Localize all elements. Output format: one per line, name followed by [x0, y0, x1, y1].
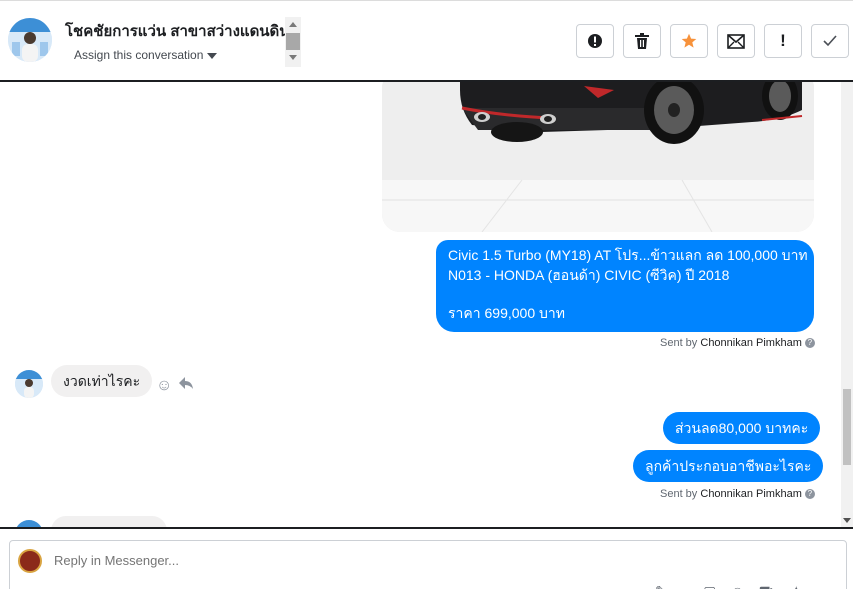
scroll-down-icon[interactable] — [289, 55, 297, 60]
saved-replies-icon[interactable]: ✎ — [655, 583, 667, 589]
message-thread[interactable]: Civic 1.5 Turbo (MY18) AT โปร...ข้าวแลก … — [0, 82, 853, 528]
conversation-header: โชคชัยการแว่น สาขาสว่างแดนดิน Assign thi… — [0, 0, 853, 80]
caret-down-icon — [207, 52, 218, 59]
title-scrollbar[interactable] — [285, 17, 301, 67]
image-icon[interactable]: ▢ — [703, 583, 716, 589]
conversation-title: โชคชัยการแว่น สาขาสว่างแดนดิน — [65, 23, 290, 40]
scroll-down-icon[interactable] — [843, 518, 851, 523]
conversation-toolbar: ! — [576, 24, 849, 58]
outgoing-message[interactable]: ส่วนลด80,000 บาทคะ — [663, 412, 821, 444]
card-title-line: Civic 1.5 Turbo (MY18) AT โปร...ข้าวแลก … — [448, 247, 808, 263]
help-icon[interactable]: ? — [804, 338, 815, 349]
smile-reaction-icon[interactable]: ☺ — [156, 377, 172, 395]
envelope-icon — [727, 34, 745, 49]
outgoing-message[interactable]: ลูกค้าประกอบอาชีพอะไรคะ — [633, 450, 824, 482]
star-icon — [681, 33, 697, 48]
composer-divider — [0, 527, 853, 529]
help-icon[interactable]: ? — [804, 489, 815, 500]
reply-arrow-icon[interactable] — [178, 376, 194, 395]
outgoing-card-message[interactable]: Civic 1.5 Turbo (MY18) AT โปร...ข้าวแลก … — [436, 240, 814, 332]
scroll-thumb[interactable] — [286, 33, 300, 50]
star-button[interactable] — [670, 24, 708, 58]
card-price-line: ราคา 699,000 บาท — [448, 305, 565, 321]
reply-input[interactable] — [54, 553, 454, 568]
scroll-up-icon[interactable] — [289, 22, 297, 27]
contact-avatar[interactable] — [8, 18, 52, 62]
assign-label: Assign this conversation — [74, 48, 204, 62]
assign-conversation-dropdown[interactable]: Assign this conversation — [74, 48, 218, 62]
emoji-icon[interactable]: ☺ — [730, 583, 744, 589]
check-icon — [823, 35, 837, 47]
composer-toolbar: ✎ ⌁ ▢ ☺ ⛟ ✦ — [655, 583, 802, 589]
mark-done-button[interactable] — [811, 24, 849, 58]
report-button[interactable]: ! — [764, 24, 802, 58]
card-subtitle-line: N013 - HONDA (ฮอนด้า) CIVIC (ซีวิค) ปี 2… — [448, 267, 730, 283]
sent-by-label: Sent by Chonnikan Pimkham? — [660, 488, 815, 500]
sent-by-name[interactable]: Chonnikan Pimkham — [700, 488, 802, 500]
conversation-title-area: โชคชัยการแว่น สาขาสว่างแดนดิน Assign thi… — [60, 15, 300, 67]
sent-by-prefix: Sent by — [660, 337, 698, 349]
scroll-thumb[interactable] — [843, 389, 851, 465]
messenger-inbox-view: โชคชัยการแว่น สาขาสว่างแดนดิน Assign thi… — [0, 0, 853, 589]
attach-icon[interactable]: ⌁ — [681, 583, 689, 589]
mark-spam-button[interactable] — [576, 24, 614, 58]
sent-by-name[interactable]: Chonnikan Pimkham — [700, 337, 802, 349]
page-avatar — [18, 549, 42, 573]
incoming-message[interactable]: งวดเท่าไรคะ — [51, 365, 153, 397]
cart-icon[interactable]: ⛟ — [759, 583, 777, 589]
reply-composer: ✎ ⌁ ▢ ☺ ⛟ ✦ — [9, 540, 847, 589]
alert-circle-icon — [588, 34, 602, 48]
thread-scrollbar[interactable] — [841, 82, 853, 528]
exclamation-icon: ! — [780, 31, 786, 50]
trash-icon — [635, 33, 649, 49]
like-icon[interactable]: ✦ — [790, 583, 802, 589]
car-photo-attachment[interactable] — [382, 82, 814, 232]
sent-by-prefix: Sent by — [660, 488, 698, 500]
sent-by-label: Sent by Chonnikan Pimkham? — [660, 337, 815, 349]
delete-button[interactable] — [623, 24, 661, 58]
mark-unread-button[interactable] — [717, 24, 755, 58]
contact-avatar-small[interactable] — [15, 370, 43, 398]
